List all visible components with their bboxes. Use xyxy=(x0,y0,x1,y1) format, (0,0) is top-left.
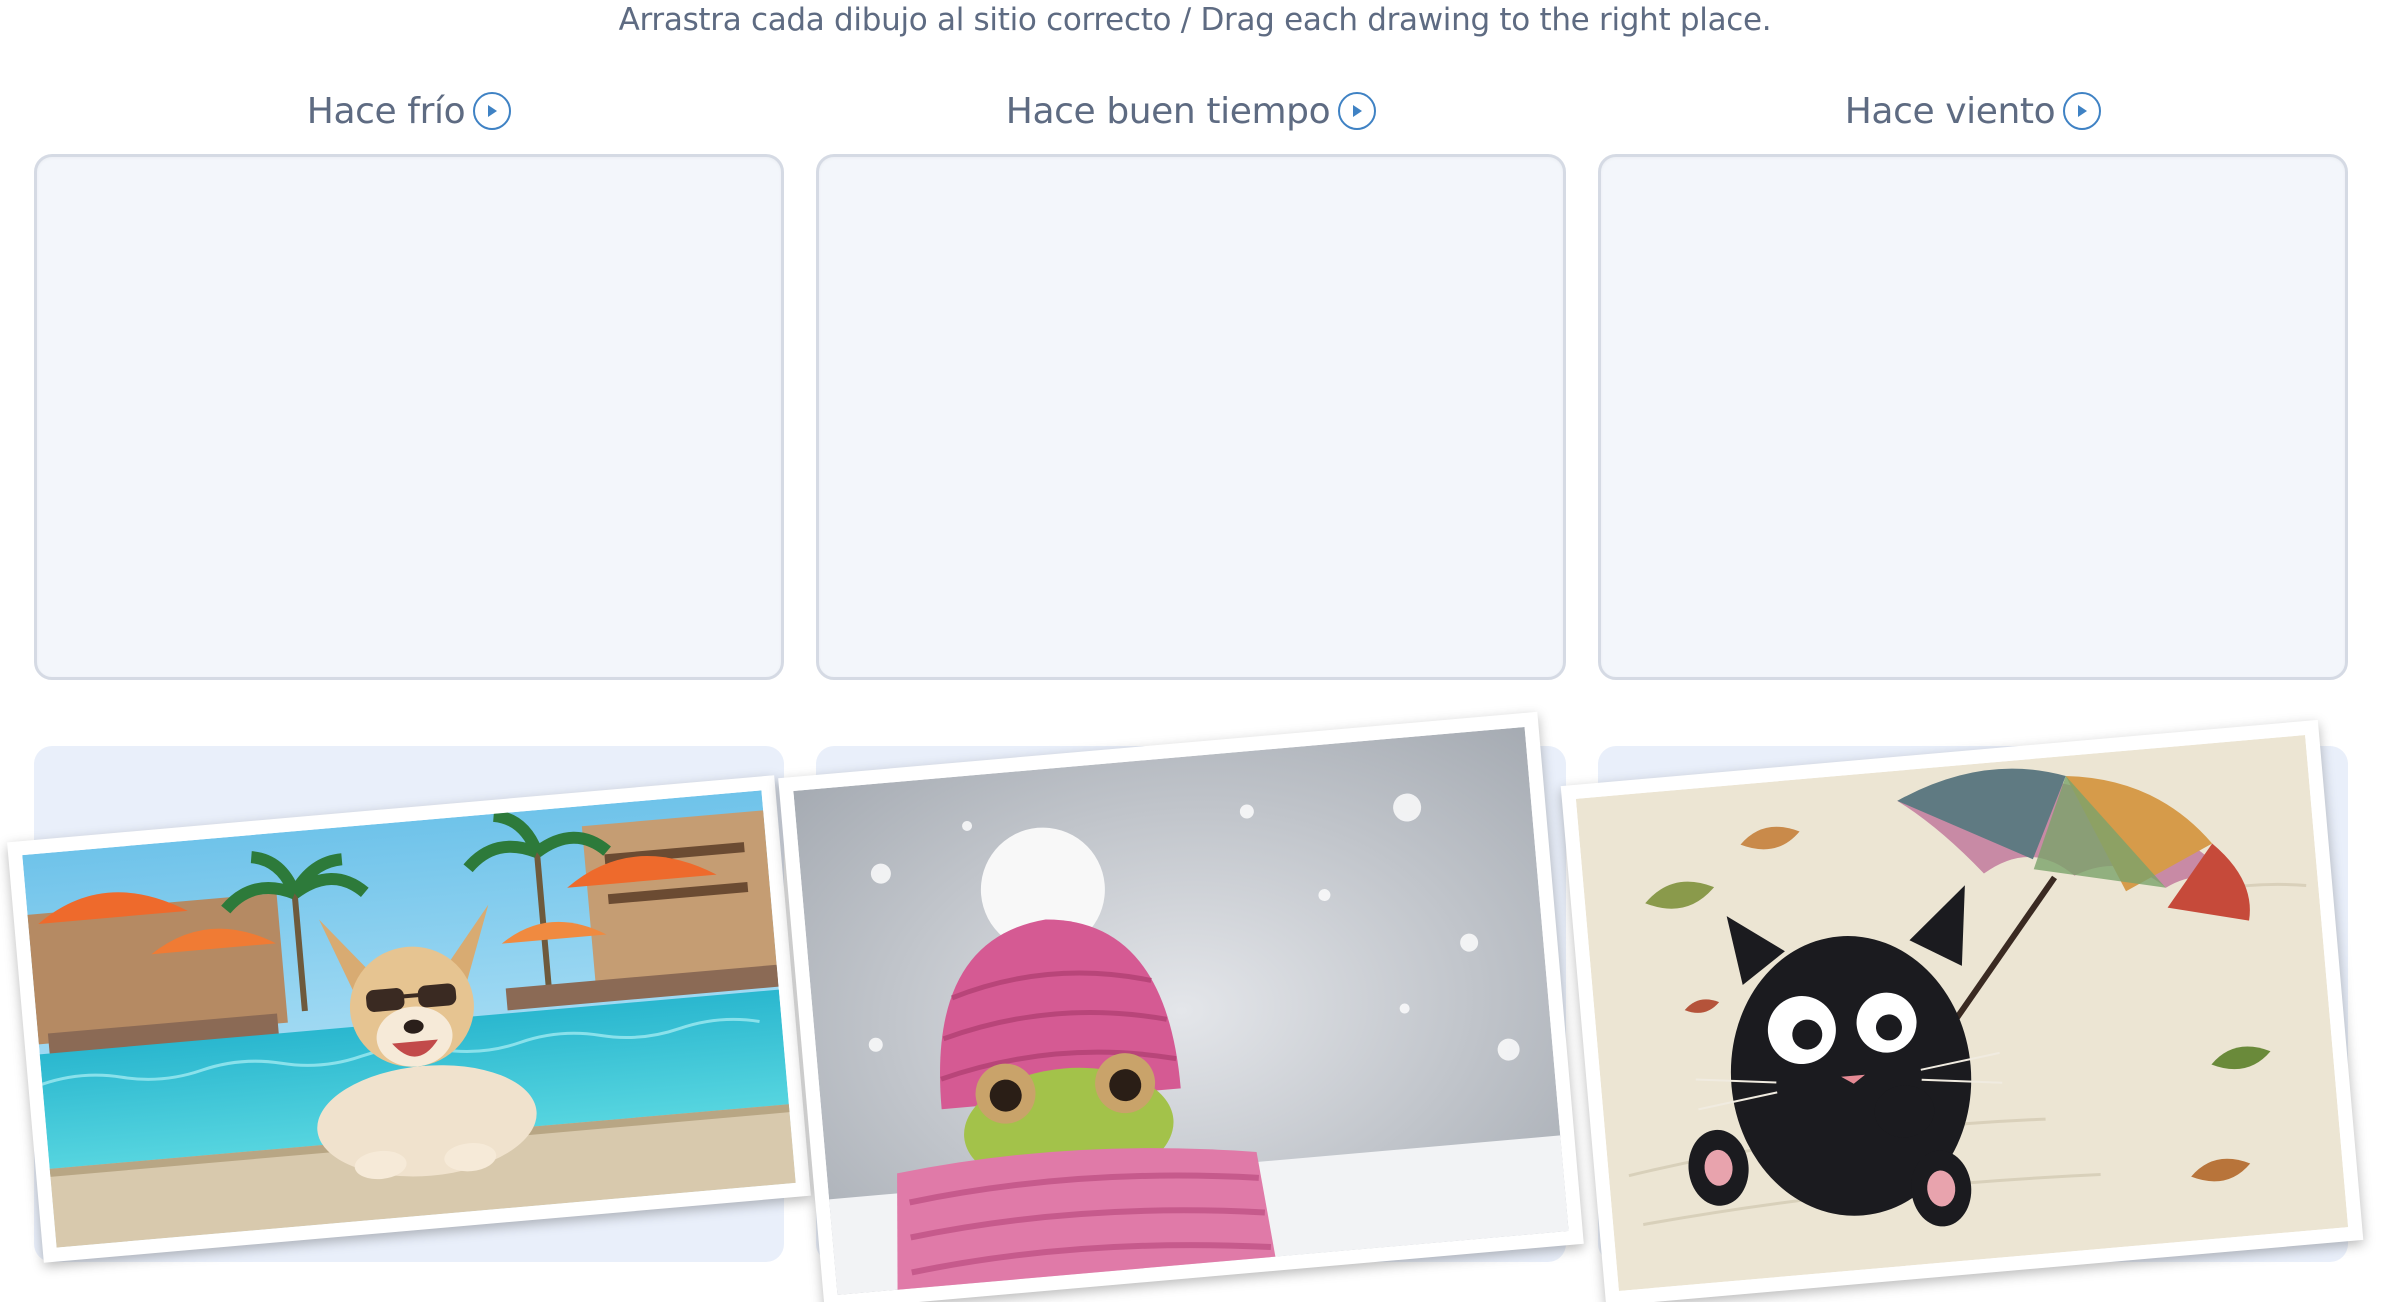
instruction-text: Arrastra cada dibujo al sitio correcto /… xyxy=(618,2,1772,38)
play-audio-button[interactable] xyxy=(1338,92,1377,130)
drag-drop-activity: Arrastra cada dibujo al sitio correcto /… xyxy=(0,0,2390,1302)
category-title-cold: Hace frío xyxy=(34,84,784,138)
drop-zone-good-weather[interactable] xyxy=(816,154,1566,680)
category-label: Hace buen tiempo xyxy=(1005,90,1331,132)
category-title-windy: Hace viento xyxy=(1598,84,2348,138)
drop-zone-cold[interactable] xyxy=(34,154,784,680)
play-icon xyxy=(488,105,498,117)
play-icon xyxy=(1353,105,1363,117)
category-label: Hace viento xyxy=(1844,90,2056,132)
category-label: Hace frío xyxy=(306,90,466,132)
windy-cat-umbrella-picture xyxy=(1575,735,2349,1291)
sunny-pool-dog-picture xyxy=(22,790,796,1248)
drop-zone-windy[interactable] xyxy=(1598,154,2348,680)
category-title-good-weather: Hace buen tiempo xyxy=(816,84,1566,138)
draggable-card-cat[interactable] xyxy=(1560,719,2364,1302)
draggable-card-frog[interactable] xyxy=(778,711,1584,1302)
play-audio-button[interactable] xyxy=(473,92,512,130)
snow-frog-picture xyxy=(793,726,1569,1296)
draggable-card-dog[interactable] xyxy=(7,775,811,1263)
play-icon xyxy=(2078,105,2088,117)
play-audio-button[interactable] xyxy=(2063,92,2102,130)
